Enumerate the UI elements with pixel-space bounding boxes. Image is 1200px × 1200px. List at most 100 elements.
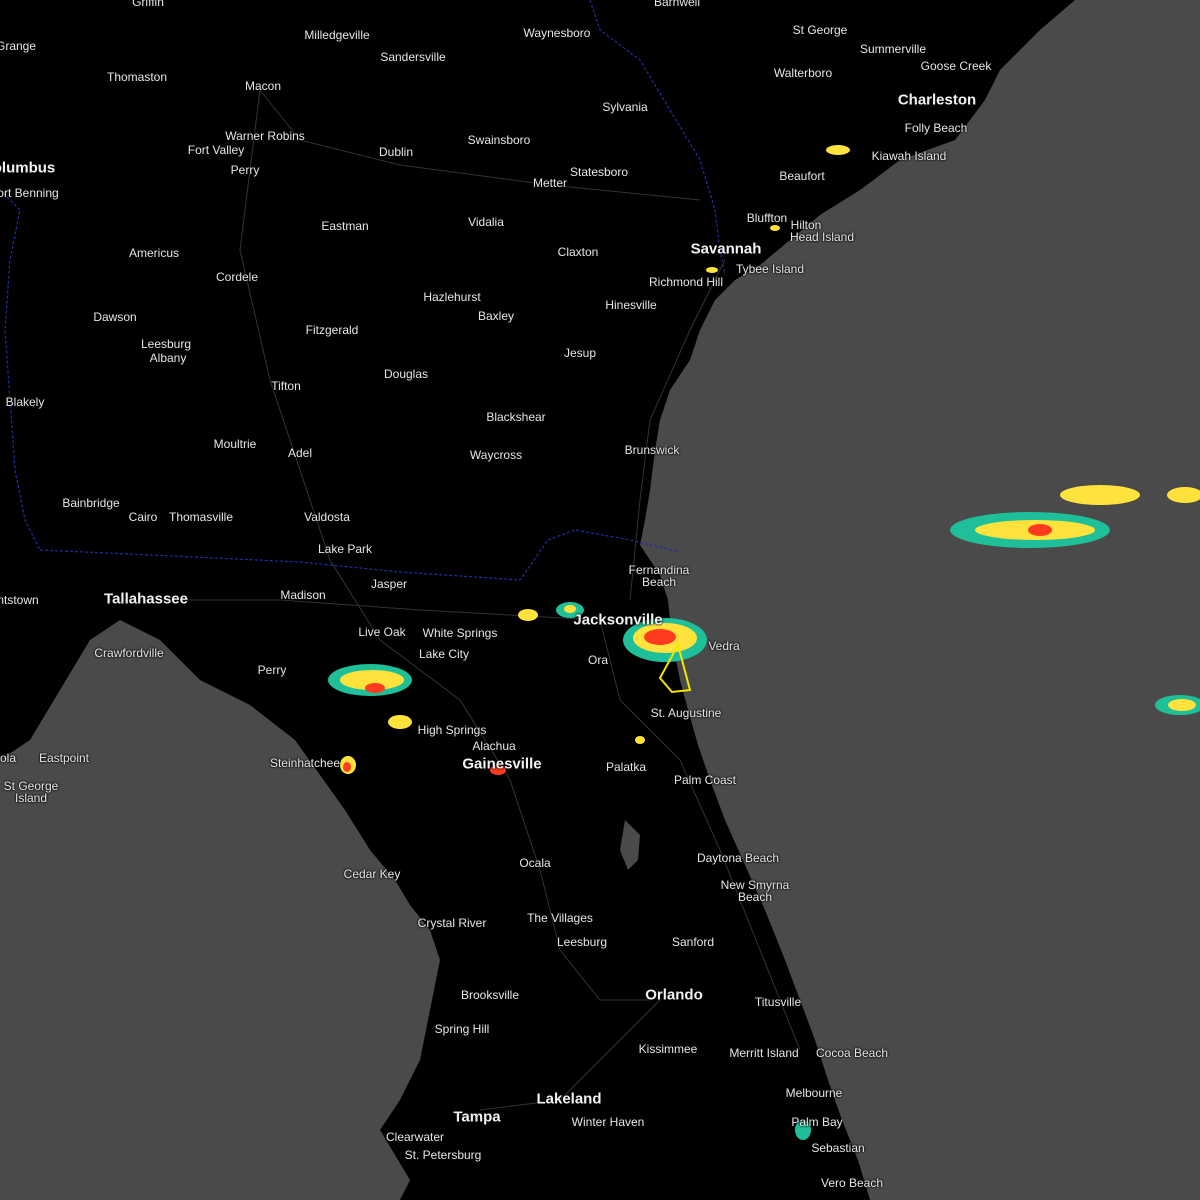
city-winter-haven: Winter Haven xyxy=(571,1115,645,1129)
city-beaufort: Beaufort xyxy=(779,169,825,183)
city-waycross: Waycross xyxy=(469,448,523,462)
city-gainesville: Gainesville xyxy=(462,755,542,773)
city-columbus: olumbus xyxy=(0,159,56,177)
city-milledgeville: Milledgeville xyxy=(304,28,370,42)
city-perry-fl: Perry xyxy=(257,663,287,677)
city-sebastian: Sebastian xyxy=(811,1141,865,1155)
city-charleston: Charleston xyxy=(897,91,977,109)
city-titusville: Titusville xyxy=(754,995,802,1009)
city-high-springs: High Springs xyxy=(417,723,487,737)
city-fort-benning: ort Benning xyxy=(0,186,59,200)
city-st-george-island-2: Island xyxy=(14,791,48,805)
city-sanford: Sanford xyxy=(671,935,715,949)
city-new-smyrna-2: Beach xyxy=(737,890,773,904)
city-folly-beach: Folly Beach xyxy=(904,121,968,135)
city-ocala: Ocala xyxy=(519,856,551,870)
city-thomasville: Thomasville xyxy=(168,510,234,524)
city-douglas: Douglas xyxy=(383,367,429,381)
city-sandersville: Sandersville xyxy=(380,50,446,64)
city-barnwell: Barnwell xyxy=(653,0,701,9)
city-statesboro: Statesboro xyxy=(569,165,629,179)
city-claxton: Claxton xyxy=(557,245,599,259)
city-orange-park: Ora xyxy=(587,653,609,667)
city-hilton-head-2: Head Island xyxy=(789,230,855,244)
city-jacksonville: Jacksonville xyxy=(573,611,663,629)
city-leesburg-ga: Leesburg xyxy=(140,337,192,351)
city-sylvania: Sylvania xyxy=(602,100,648,114)
city-st-george: St George xyxy=(792,23,848,37)
city-cedar-key: Cedar Key xyxy=(343,867,401,881)
city-summerville: Summerville xyxy=(859,42,927,56)
city-blakely: Blakely xyxy=(5,395,45,409)
city-st-petersburg: St. Petersburg xyxy=(404,1148,482,1162)
city-hazlehurst: Hazlehurst xyxy=(423,290,481,304)
city-vero-beach: Vero Beach xyxy=(820,1176,884,1190)
city-cocoa-beach: Cocoa Beach xyxy=(815,1046,889,1060)
city-blountstown: ntstown xyxy=(0,593,39,607)
city-tybee-island: Tybee Island xyxy=(735,262,805,276)
city-blackshear: Blackshear xyxy=(486,410,546,424)
city-dublin: Dublin xyxy=(378,145,414,159)
city-daytona: Daytona Beach xyxy=(696,851,780,865)
city-palm-coast: Palm Coast xyxy=(673,773,737,787)
city-merritt-island: Merritt Island xyxy=(729,1046,799,1060)
city-albany: Albany xyxy=(149,351,187,365)
city-kiawah-island: Kiawah Island xyxy=(871,149,947,163)
city-americus: Americus xyxy=(128,246,180,260)
city-madison: Madison xyxy=(280,588,326,602)
city-dawson: Dawson xyxy=(93,310,137,324)
city-vidalia: Vidalia xyxy=(468,215,504,229)
city-crystal-river: Crystal River xyxy=(417,916,487,930)
city-tifton: Tifton xyxy=(271,379,301,393)
city-white-springs: White Springs xyxy=(422,626,498,640)
city-bainbridge: Bainbridge xyxy=(62,496,120,510)
city-the-villages: The Villages xyxy=(527,911,593,925)
city-lagrange: Grange xyxy=(0,39,37,53)
city-brunswick: Brunswick xyxy=(624,443,680,457)
city-adel: Adel xyxy=(287,446,313,460)
city-spring-hill: Spring Hill xyxy=(434,1022,490,1036)
city-valdosta: Valdosta xyxy=(304,510,350,524)
city-goose-creek: Goose Creek xyxy=(920,59,992,73)
city-walterboro: Walterboro xyxy=(773,66,833,80)
city-perry-ga: Perry xyxy=(230,163,260,177)
city-metter: Metter xyxy=(532,176,568,190)
city-lake-city: Lake City xyxy=(418,647,470,661)
city-macon: Macon xyxy=(244,79,282,93)
city-vedra: Vedra xyxy=(708,639,740,653)
city-swainsboro: Swainsboro xyxy=(467,133,531,147)
city-apalachicola: ola xyxy=(0,751,17,765)
city-moultrie: Moultrie xyxy=(213,437,257,451)
city-eastpoint: Eastpoint xyxy=(38,751,90,765)
city-lake-park: Lake Park xyxy=(317,542,373,556)
city-kissimmee: Kissimmee xyxy=(638,1042,698,1056)
city-tampa: Tampa xyxy=(453,1108,501,1126)
city-orlando: Orlando xyxy=(645,986,703,1004)
city-waynesboro: Waynesboro xyxy=(523,26,591,40)
radar-map[interactable]: Griffin Grange Milledgeville Sandersvill… xyxy=(0,0,1200,1200)
city-crawfordville: Crawfordville xyxy=(94,646,164,660)
city-jasper: Jasper xyxy=(370,577,408,591)
city-brooksville: Brooksville xyxy=(460,988,520,1002)
city-palatka: Palatka xyxy=(605,760,647,774)
city-clearwater: Clearwater xyxy=(385,1130,445,1144)
city-hinesville: Hinesville xyxy=(605,298,657,312)
city-fort-valley: Fort Valley xyxy=(187,143,245,157)
city-warner-robins: Warner Robins xyxy=(225,129,305,143)
city-bluffton: Bluffton xyxy=(746,211,788,225)
city-thomaston: Thomaston xyxy=(106,70,168,84)
city-lakeland: Lakeland xyxy=(536,1090,602,1108)
city-palm-bay: Palm Bay xyxy=(791,1115,843,1129)
city-steinhatchee: Steinhatchee xyxy=(269,756,341,770)
city-fitzgerald: Fitzgerald xyxy=(305,323,359,337)
city-fernandina-2: Beach xyxy=(641,575,677,589)
city-leesburg-fl: Leesburg xyxy=(556,935,608,949)
city-cordele: Cordele xyxy=(215,270,259,284)
city-baxley: Baxley xyxy=(477,309,515,323)
city-alachua: Alachua xyxy=(472,739,516,753)
city-griffin: Griffin xyxy=(132,0,164,9)
city-savannah: Savannah xyxy=(690,240,762,258)
city-jesup: Jesup xyxy=(563,346,597,360)
city-st-augustine: St. Augustine xyxy=(650,706,722,720)
city-richmond-hill: Richmond Hill xyxy=(648,275,724,289)
